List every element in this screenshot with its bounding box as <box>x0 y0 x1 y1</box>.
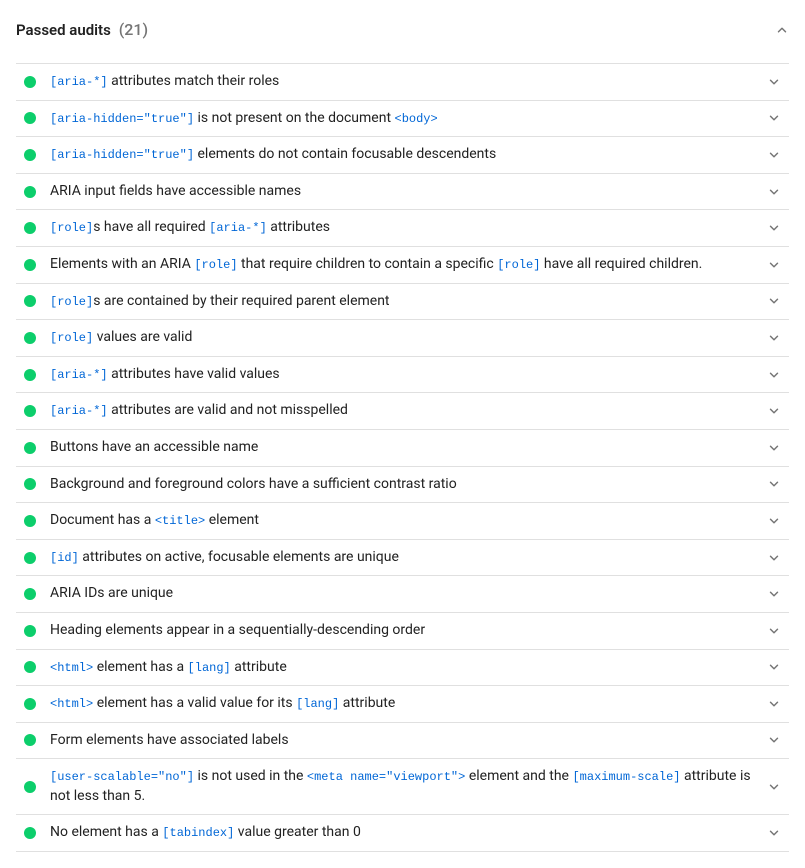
audit-description: [aria-*] attributes match their roles <box>50 72 755 92</box>
audit-description: [aria-*] attributes have valid values <box>50 365 755 385</box>
pass-status-dot <box>24 781 36 793</box>
pass-status-dot <box>24 295 36 307</box>
chevron-down-icon <box>767 660 781 674</box>
chevron-down-icon <box>767 697 781 711</box>
passed-audits-header[interactable]: Passed audits (21) <box>16 16 789 51</box>
pass-status-dot <box>24 478 36 490</box>
chevron-down-icon <box>767 733 781 747</box>
pass-status-dot <box>24 661 36 673</box>
chevron-down-icon <box>767 221 781 235</box>
pass-status-dot <box>24 515 36 527</box>
chevron-down-icon <box>767 331 781 345</box>
audit-description: [role]s are contained by their required … <box>50 292 755 312</box>
pass-status-dot <box>24 149 36 161</box>
pass-status-dot <box>24 827 36 839</box>
pass-status-dot <box>24 332 36 344</box>
audit-row[interactable]: [aria-*] attributes have valid values <box>16 357 789 394</box>
audit-row[interactable]: [role]s have all required [aria-*] attri… <box>16 210 789 247</box>
audit-row[interactable]: [id] attributes on active, focusable ele… <box>16 540 789 577</box>
audit-description: Background and foreground colors have a … <box>50 475 755 495</box>
pass-status-dot <box>24 112 36 124</box>
audit-row[interactable]: ARIA IDs are unique <box>16 576 789 613</box>
pass-status-dot <box>24 588 36 600</box>
audit-description: [id] attributes on active, focusable ele… <box>50 548 755 568</box>
header-count: (21) <box>119 20 148 39</box>
audit-row[interactable]: Document has a <title> element <box>16 503 789 540</box>
header-title: Passed audits <box>16 21 111 39</box>
audit-row[interactable]: [role]s are contained by their required … <box>16 284 789 321</box>
audit-list: [aria-*] attributes match their roles [ar… <box>16 63 789 852</box>
audit-row[interactable]: Form elements have associated labels <box>16 723 789 760</box>
audit-description: [role] values are valid <box>50 328 755 348</box>
pass-status-dot <box>24 259 36 271</box>
pass-status-dot <box>24 222 36 234</box>
chevron-down-icon <box>767 624 781 638</box>
audit-description: Heading elements appear in a sequentiall… <box>50 621 755 641</box>
pass-status-dot <box>24 76 36 88</box>
chevron-down-icon <box>767 587 781 601</box>
chevron-up-icon <box>775 23 789 37</box>
audit-row[interactable]: Background and foreground colors have a … <box>16 467 789 504</box>
chevron-down-icon <box>767 75 781 89</box>
chevron-down-icon <box>767 294 781 308</box>
audit-description: Elements with an ARIA [role] that requir… <box>50 255 755 275</box>
pass-status-dot <box>24 405 36 417</box>
audit-row[interactable]: Heading elements appear in a sequentiall… <box>16 613 789 650</box>
audit-row[interactable]: [aria-hidden="true"] elements do not con… <box>16 137 789 174</box>
pass-status-dot <box>24 442 36 454</box>
pass-status-dot <box>24 552 36 564</box>
pass-status-dot <box>24 698 36 710</box>
audit-description: [user-scalable="no"] is not used in the … <box>50 767 755 806</box>
chevron-down-icon <box>767 404 781 418</box>
audit-row[interactable]: No element has a [tabindex] value greate… <box>16 815 789 852</box>
chevron-down-icon <box>767 368 781 382</box>
audit-row[interactable]: [aria-hidden="true"] is not present on t… <box>16 101 789 138</box>
pass-status-dot <box>24 625 36 637</box>
audit-description: <html> element has a [lang] attribute <box>50 658 755 678</box>
chevron-down-icon <box>767 551 781 565</box>
chevron-down-icon <box>767 826 781 840</box>
chevron-down-icon <box>767 514 781 528</box>
chevron-down-icon <box>767 780 781 794</box>
audit-description: [aria-*] attributes are valid and not mi… <box>50 401 755 421</box>
audit-description: [aria-hidden="true"] elements do not con… <box>50 145 755 165</box>
audit-row[interactable]: <html> element has a [lang] attribute <box>16 650 789 687</box>
audit-description: [aria-hidden="true"] is not present on t… <box>50 109 755 129</box>
pass-status-dot <box>24 734 36 746</box>
chevron-down-icon <box>767 258 781 272</box>
audit-row[interactable]: <html> element has a valid value for its… <box>16 686 789 723</box>
pass-status-dot <box>24 369 36 381</box>
audit-row[interactable]: Elements with an ARIA [role] that requir… <box>16 247 789 284</box>
chevron-down-icon <box>767 111 781 125</box>
chevron-down-icon <box>767 441 781 455</box>
pass-status-dot <box>24 186 36 198</box>
chevron-down-icon <box>767 148 781 162</box>
audit-row[interactable]: [aria-*] attributes match their roles <box>16 64 789 101</box>
audit-row[interactable]: Buttons have an accessible name <box>16 430 789 467</box>
audit-description: ARIA IDs are unique <box>50 584 755 604</box>
audit-row[interactable]: [user-scalable="no"] is not used in the … <box>16 759 789 815</box>
audit-description: Buttons have an accessible name <box>50 438 755 458</box>
audit-description: [role]s have all required [aria-*] attri… <box>50 218 755 238</box>
audit-row[interactable]: [role] values are valid <box>16 320 789 357</box>
chevron-down-icon <box>767 185 781 199</box>
audit-description: No element has a [tabindex] value greate… <box>50 823 755 843</box>
audit-row[interactable]: [aria-*] attributes are valid and not mi… <box>16 393 789 430</box>
chevron-down-icon <box>767 477 781 491</box>
audit-row[interactable]: ARIA input fields have accessible names <box>16 174 789 211</box>
audit-description: Document has a <title> element <box>50 511 755 531</box>
audit-description: ARIA input fields have accessible names <box>50 182 755 202</box>
audit-description: Form elements have associated labels <box>50 731 755 751</box>
audit-description: <html> element has a valid value for its… <box>50 694 755 714</box>
